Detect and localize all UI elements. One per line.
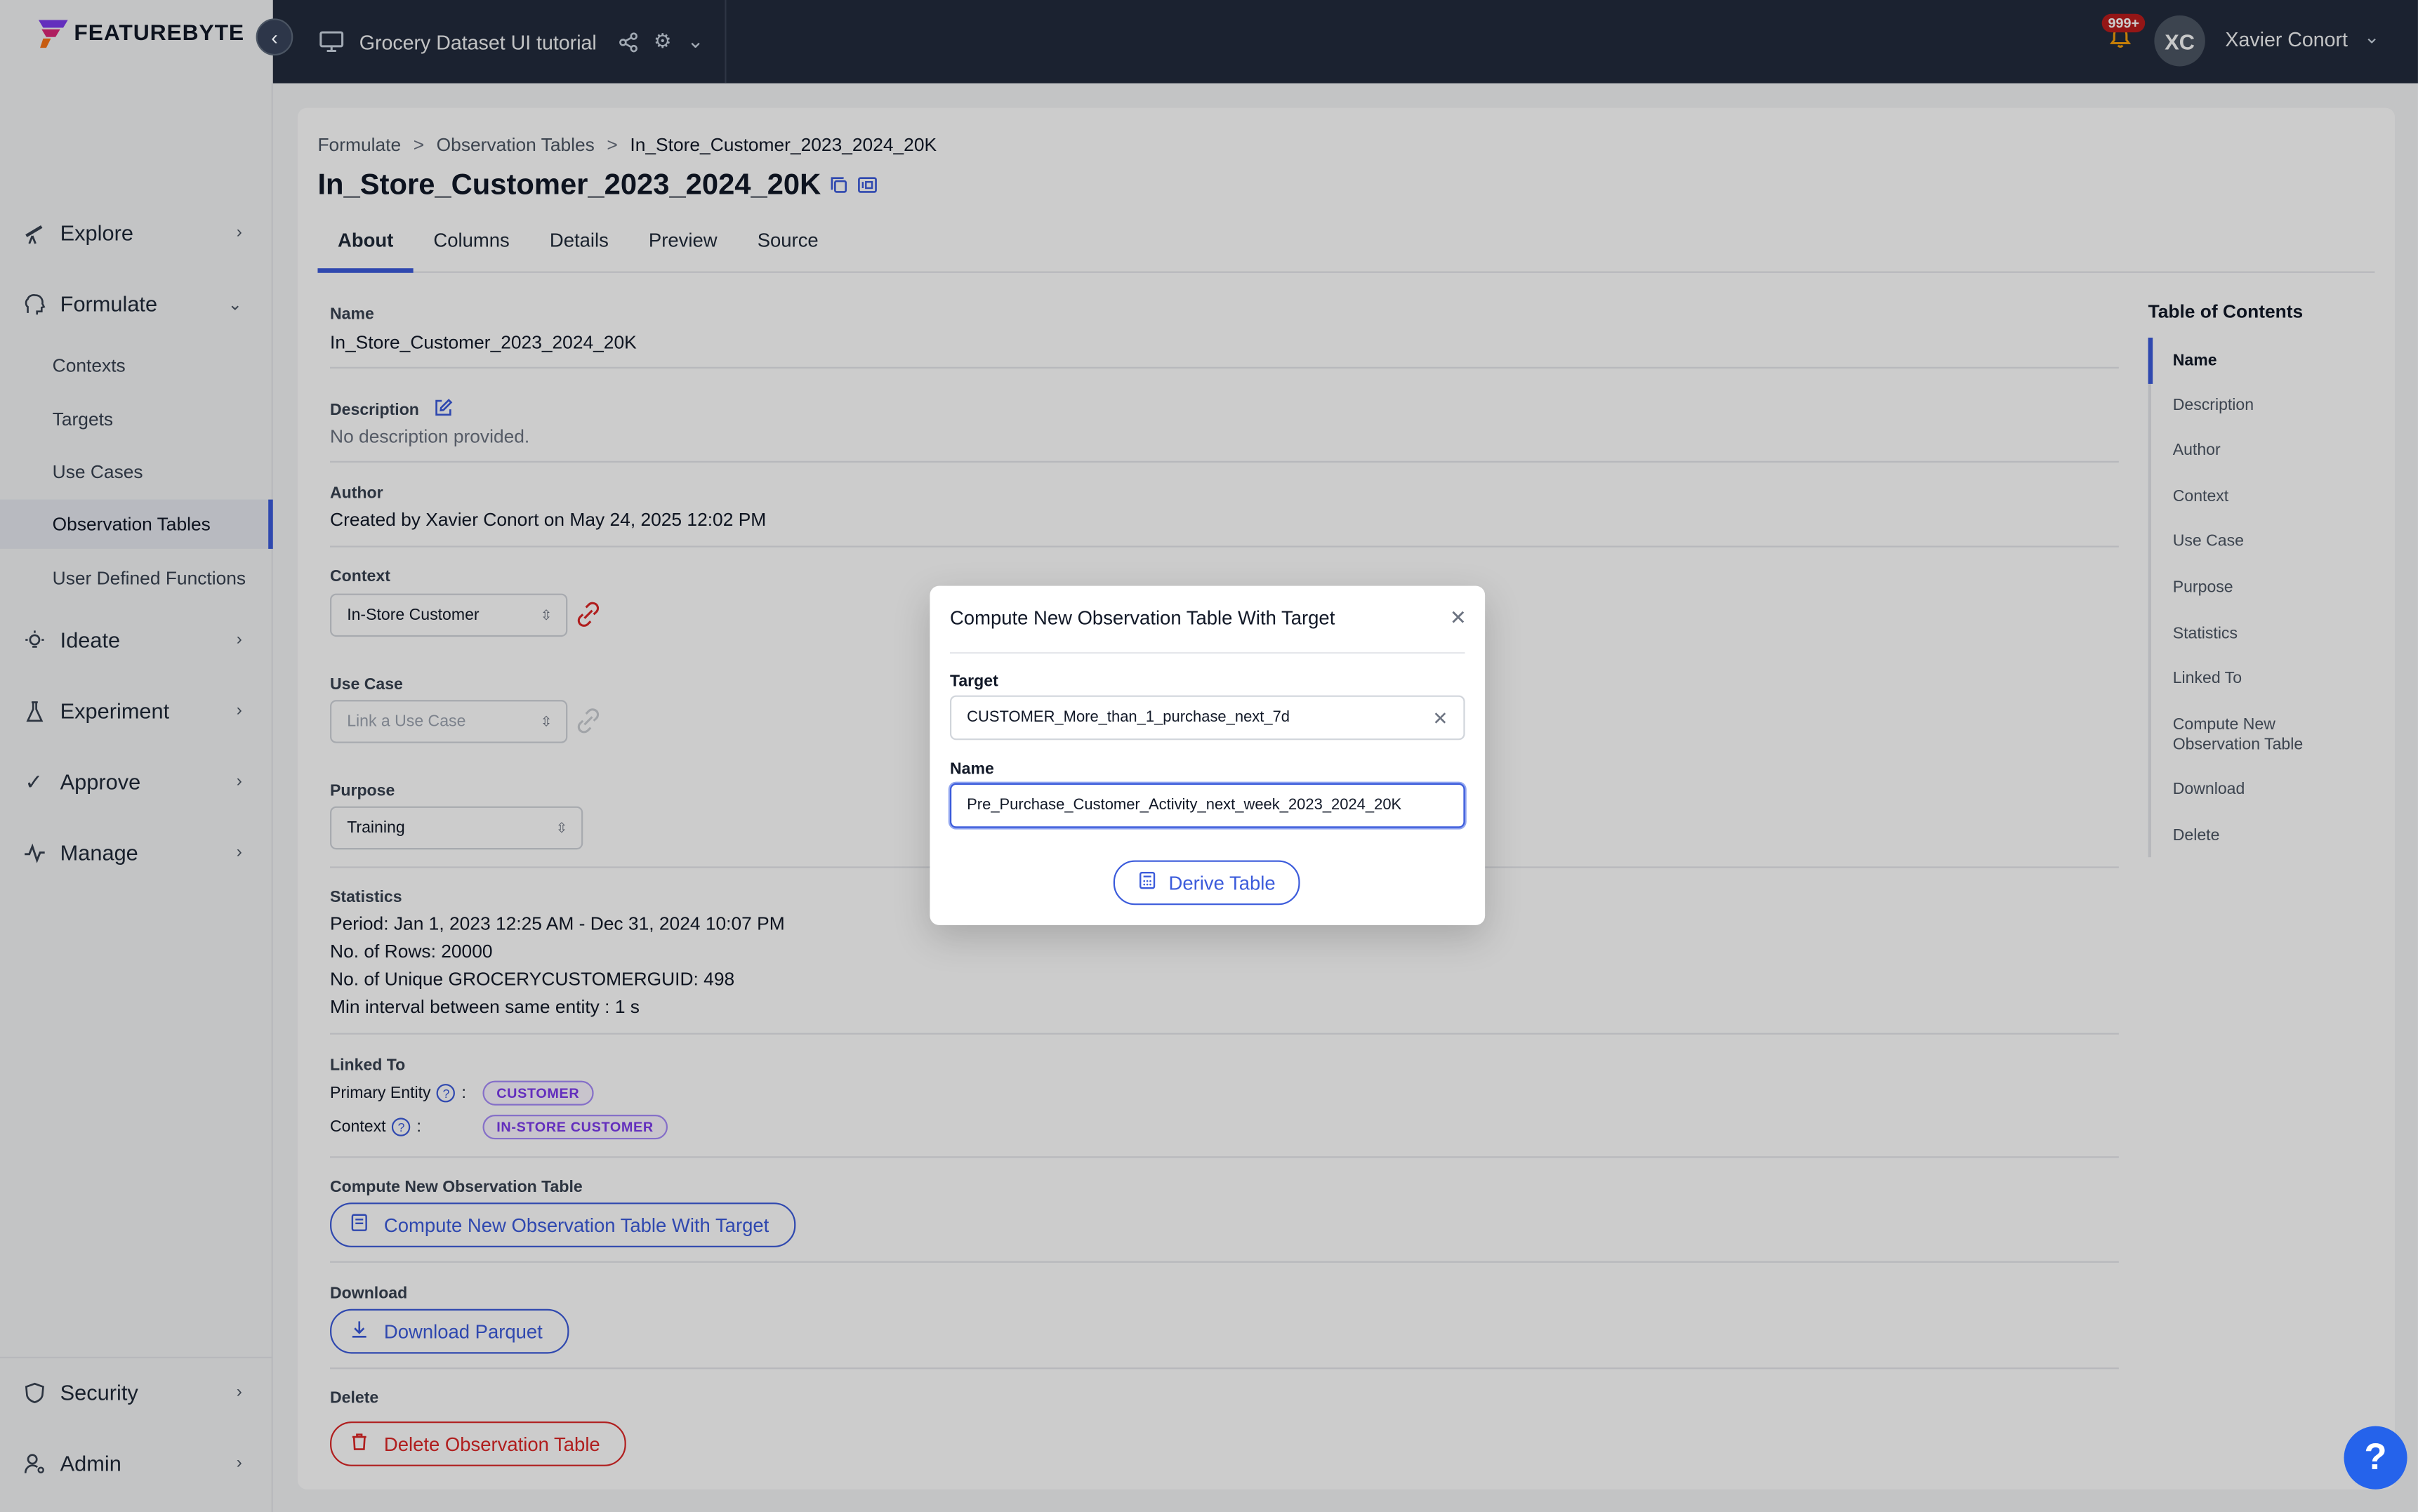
name-field-label: Name — [949, 760, 994, 779]
close-icon[interactable]: ✕ — [1450, 606, 1467, 630]
modal-title: Compute New Observation Table With Targe… — [949, 607, 1335, 630]
name-field[interactable] — [949, 783, 1465, 828]
target-select-value: CUSTOMER_More_than_1_purchase_next_7d — [967, 709, 1290, 727]
app-root: FEATUREBYTE ‹ Grocery Dataset UI tutoria… — [0, 0, 2418, 1512]
chevron-left-icon: ‹ — [271, 25, 278, 49]
clear-target-icon[interactable]: ✕ — [1432, 707, 1448, 729]
target-select[interactable]: CUSTOMER_More_than_1_purchase_next_7d ✕ — [949, 695, 1465, 741]
derive-table-button[interactable]: Derive Table — [1113, 860, 1300, 906]
calculator-icon — [1138, 871, 1156, 894]
compute-observation-table-modal: Compute New Observation Table With Targe… — [930, 585, 1486, 925]
name-input[interactable] — [967, 797, 1446, 814]
target-label: Target — [949, 672, 998, 691]
derive-button-label: Derive Table — [1168, 872, 1276, 894]
help-fab-button[interactable]: ? — [2344, 1426, 2407, 1490]
modal-divider — [949, 652, 1465, 654]
collapse-sidebar-button[interactable]: ‹ — [256, 18, 293, 56]
